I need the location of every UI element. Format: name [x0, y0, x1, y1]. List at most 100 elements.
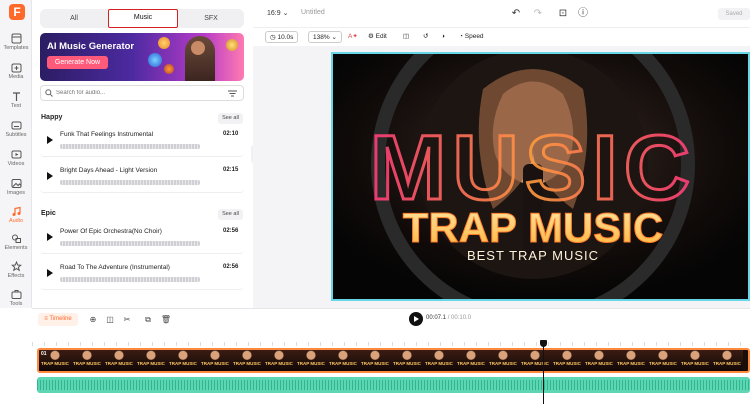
- disc-icon: [148, 53, 162, 67]
- waveform: [60, 180, 200, 185]
- search-input[interactable]: [56, 86, 216, 100]
- clip-thumbnail: TRAP MUSIC: [487, 350, 519, 371]
- headline-text: TRAP MUSIC: [403, 204, 664, 251]
- videos-icon: [11, 150, 21, 159]
- list-item[interactable]: Bright Days Ahead - Light Version 02:15: [40, 163, 244, 193]
- list-item[interactable]: Funk That Feelings Instrumental 02:10: [40, 127, 244, 157]
- scissors-icon[interactable]: ✂: [121, 313, 133, 326]
- help-icon[interactable]: ⓘ: [576, 7, 590, 21]
- list-item[interactable]: Power Of Epic Orchestra(No Choir) 02:56: [40, 224, 244, 254]
- add-icon[interactable]: ⊕: [87, 313, 99, 326]
- rail-item-elements[interactable]: Elements: [0, 233, 32, 261]
- search-icon: [45, 89, 53, 97]
- timeline-toggle[interactable]: ≡ Timeline: [38, 313, 78, 326]
- project-title[interactable]: Untitled: [301, 9, 325, 16]
- clip-thumbnail: TRAP MUSIC: [135, 350, 167, 371]
- rail-item-effects[interactable]: Effects: [0, 261, 32, 289]
- audio-icon: [12, 206, 21, 216]
- thumbnail-text: TRAP MUSIC: [393, 361, 421, 366]
- screenshot-icon[interactable]: ⊡: [556, 7, 570, 21]
- redo-icon[interactable]: ↷: [531, 7, 545, 21]
- adjust-icon[interactable]: ◑: [441, 31, 445, 43]
- zoom-select[interactable]: 138% ⌄: [308, 31, 342, 43]
- rotate-icon[interactable]: ↺: [423, 31, 428, 43]
- rail-item-images[interactable]: Images: [0, 178, 32, 206]
- banner-title: AI Music Generator: [47, 41, 135, 52]
- rail-item-media[interactable]: Media: [0, 62, 32, 90]
- rail-item-audio[interactable]: Audio: [0, 206, 32, 234]
- clip-number: 01: [41, 351, 47, 357]
- audio-waveform: [37, 380, 750, 390]
- zoom-value: 138%: [313, 34, 330, 41]
- timecode: 00:07.1 / 00:10.0: [426, 315, 471, 321]
- see-all-button[interactable]: See all: [218, 113, 243, 124]
- rail-label: Templates: [3, 45, 29, 51]
- chevron-down-icon: ⌄: [282, 10, 289, 17]
- tools-icon: [11, 290, 21, 299]
- edit-button[interactable]: ⚙ Edit: [368, 31, 387, 43]
- rail-item-text[interactable]: Text: [0, 91, 32, 119]
- list-item[interactable]: Road To The Adventure (Instrumental) 02:…: [40, 260, 244, 290]
- disc-icon: [226, 39, 238, 51]
- aspect-ratio-select[interactable]: 16:9 ⌄: [267, 9, 288, 17]
- play-icon[interactable]: [47, 233, 53, 241]
- app-logo[interactable]: F: [9, 4, 25, 20]
- ai-text-icon[interactable]: A✦: [348, 31, 358, 43]
- clock-icon: ◷: [270, 34, 276, 41]
- time-ruler[interactable]: [32, 330, 750, 346]
- duplicate-icon[interactable]: ⧉: [142, 313, 154, 326]
- play-icon[interactable]: [47, 172, 53, 180]
- speed-button[interactable]: ◔ Speed: [459, 31, 484, 43]
- track-name: Funk That Feelings Instrumental: [60, 131, 154, 138]
- rail-item-videos[interactable]: Videos: [0, 149, 32, 177]
- rail-item-subtitles[interactable]: Subtitles: [0, 120, 32, 148]
- duration-value: 10.0s: [277, 34, 294, 41]
- track-duration: 02:56: [223, 264, 239, 270]
- rail-item-templates[interactable]: Templates: [0, 33, 32, 61]
- see-all-button[interactable]: See all: [218, 209, 243, 220]
- left-rail: F Templates Media Text Subtitles Videos …: [0, 0, 32, 308]
- singer-head: [191, 41, 205, 55]
- video-clip[interactable]: 01 TRAP MUSIC TRAP MUSIC TRAP MUSIC TRAP MU…: [37, 348, 750, 373]
- split-icon[interactable]: ◫: [104, 313, 116, 326]
- clip-thumbnail: TRAP MUSIC: [295, 350, 327, 371]
- disc-icon: [158, 37, 170, 49]
- tab-all[interactable]: All: [40, 9, 108, 28]
- saved-button[interactable]: Saved: [718, 8, 750, 20]
- track-duration: 02:56: [223, 228, 239, 234]
- thumbnail-text: TRAP MUSIC: [137, 361, 165, 366]
- video-frame: MUSIC TRAP MUSIC BEST TRAP MUSIC: [333, 54, 748, 299]
- thumbnail-text: TRAP MUSIC: [297, 361, 325, 366]
- generate-now-button[interactable]: Generate Now: [47, 56, 108, 69]
- play-icon[interactable]: [47, 269, 53, 277]
- clip-thumbnail: TRAP MUSIC: [391, 350, 423, 371]
- thumbnail-text: TRAP MUSIC: [105, 361, 133, 366]
- delete-icon[interactable]: 🗑: [160, 313, 172, 326]
- ai-music-banner[interactable]: AI Music Generator Generate Now: [40, 33, 244, 81]
- current-time: 00:07.1: [426, 315, 447, 321]
- thumbnail-text: TRAP MUSIC: [489, 361, 517, 366]
- timeline-icon: ≡: [44, 316, 48, 322]
- disc-icon: [164, 64, 174, 74]
- rail-item-tools[interactable]: Tools: [0, 289, 32, 317]
- tab-music[interactable]: Music: [108, 9, 178, 28]
- rail-label: Videos: [7, 161, 25, 167]
- tab-sfx[interactable]: SFX: [178, 9, 244, 28]
- flip-icon[interactable]: ◫: [403, 31, 409, 43]
- play-icon[interactable]: [47, 136, 53, 144]
- thumbnail-text: TRAP MUSIC: [233, 361, 261, 366]
- rail-label: Tools: [9, 301, 23, 307]
- undo-icon[interactable]: ↶: [509, 7, 523, 21]
- play-button[interactable]: [409, 312, 423, 326]
- duration-control[interactable]: ◷ 10.0s: [265, 31, 299, 43]
- timeline-tracks: 01 TRAP MUSIC TRAP MUSIC TRAP MUSIC TRAP MU…: [32, 330, 750, 404]
- audio-clip[interactable]: [37, 377, 750, 393]
- effects-icon: [10, 261, 22, 272]
- filter-icon[interactable]: [228, 90, 237, 97]
- rail-label: Effects: [7, 273, 25, 279]
- track-duration: 02:10: [223, 131, 239, 137]
- clip-thumbnail: TRAP MUSIC: [615, 350, 647, 371]
- playhead[interactable]: [540, 340, 548, 404]
- video-canvas[interactable]: MUSIC TRAP MUSIC BEST TRAP MUSIC: [331, 52, 750, 301]
- clip-thumbnail: TRAP MUSIC: [519, 350, 551, 371]
